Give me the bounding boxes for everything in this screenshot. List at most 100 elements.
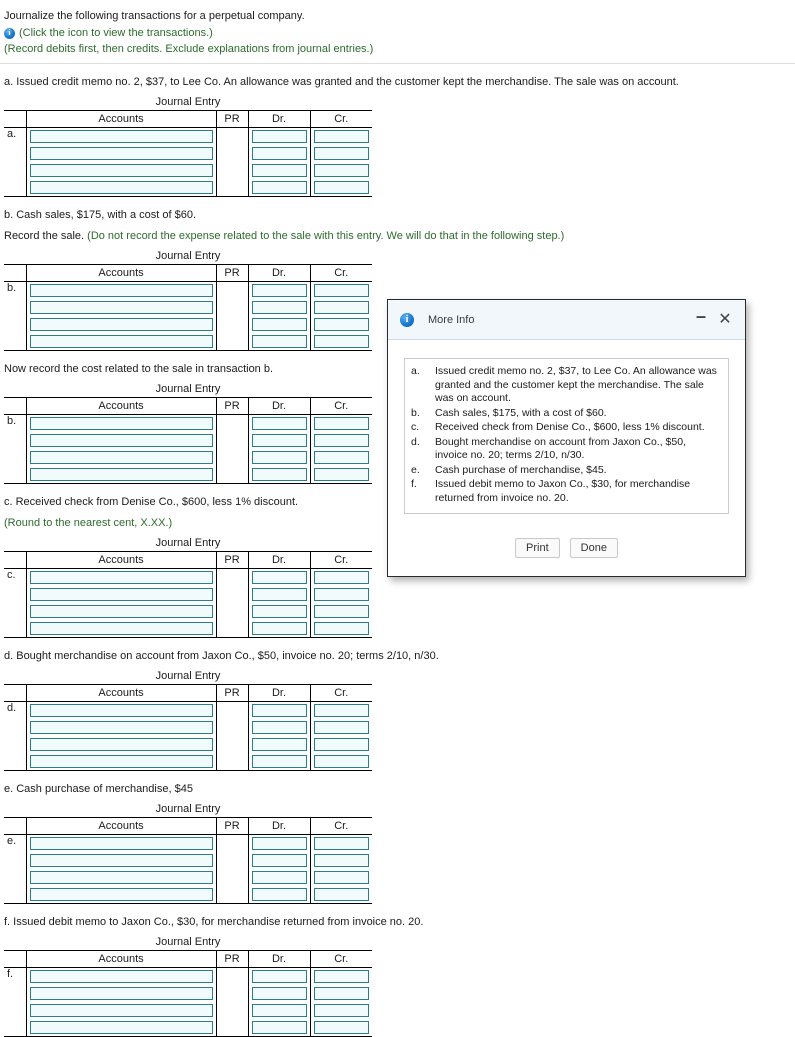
accounts-input[interactable] bbox=[29, 147, 213, 160]
accounts-input[interactable] bbox=[29, 605, 213, 618]
column-header-cr: Cr. bbox=[310, 817, 372, 835]
accounts-input[interactable] bbox=[29, 738, 213, 751]
accounts-input[interactable] bbox=[29, 301, 213, 314]
debit-input[interactable] bbox=[251, 704, 307, 717]
journal-entry-row bbox=[4, 466, 372, 484]
journal-cell bbox=[216, 145, 249, 162]
credit-input[interactable] bbox=[313, 1004, 369, 1017]
accounts-input[interactable] bbox=[29, 335, 213, 348]
accounts-input[interactable] bbox=[29, 837, 213, 850]
accounts-input[interactable] bbox=[29, 417, 213, 430]
debit-input[interactable] bbox=[251, 888, 307, 901]
accounts-input[interactable] bbox=[29, 451, 213, 464]
journal-cell bbox=[248, 449, 311, 466]
debit-input[interactable] bbox=[251, 871, 307, 884]
credit-input[interactable] bbox=[313, 605, 369, 618]
accounts-input[interactable] bbox=[29, 130, 213, 143]
info-list-item: c. Received check from Denise Co., $600, … bbox=[411, 421, 720, 436]
credit-input[interactable] bbox=[313, 1021, 369, 1034]
credit-input[interactable] bbox=[313, 704, 369, 717]
row-label bbox=[4, 620, 27, 638]
credit-input[interactable] bbox=[313, 588, 369, 601]
accounts-input[interactable] bbox=[29, 755, 213, 768]
debit-input[interactable] bbox=[251, 147, 307, 160]
debit-input[interactable] bbox=[251, 1004, 307, 1017]
accounts-input[interactable] bbox=[29, 284, 213, 297]
debit-input[interactable] bbox=[251, 181, 307, 194]
accounts-input[interactable] bbox=[29, 721, 213, 734]
credit-input[interactable] bbox=[313, 468, 369, 481]
credit-input[interactable] bbox=[313, 738, 369, 751]
credit-input[interactable] bbox=[313, 284, 369, 297]
credit-input[interactable] bbox=[313, 417, 369, 430]
credit-input[interactable] bbox=[313, 837, 369, 850]
debit-input[interactable] bbox=[251, 451, 307, 464]
column-header-accounts: Accounts bbox=[26, 684, 217, 702]
debit-input[interactable] bbox=[251, 468, 307, 481]
accounts-input[interactable] bbox=[29, 888, 213, 901]
credit-input[interactable] bbox=[313, 164, 369, 177]
credit-input[interactable] bbox=[313, 721, 369, 734]
credit-input[interactable] bbox=[313, 571, 369, 584]
credit-input[interactable] bbox=[313, 987, 369, 1000]
journal-cell bbox=[310, 162, 372, 179]
debit-input[interactable] bbox=[251, 854, 307, 867]
accounts-input[interactable] bbox=[29, 704, 213, 717]
accounts-input[interactable] bbox=[29, 164, 213, 177]
credit-input[interactable] bbox=[313, 854, 369, 867]
debit-input[interactable] bbox=[251, 588, 307, 601]
accounts-input[interactable] bbox=[29, 181, 213, 194]
debit-input[interactable] bbox=[251, 837, 307, 850]
accounts-input[interactable] bbox=[29, 588, 213, 601]
debit-input[interactable] bbox=[251, 164, 307, 177]
debit-input[interactable] bbox=[251, 622, 307, 635]
credit-input[interactable] bbox=[313, 181, 369, 194]
debit-input[interactable] bbox=[251, 571, 307, 584]
credit-input[interactable] bbox=[313, 970, 369, 983]
credit-input[interactable] bbox=[313, 622, 369, 635]
accounts-input[interactable] bbox=[29, 434, 213, 447]
debit-input[interactable] bbox=[251, 987, 307, 1000]
credit-input[interactable] bbox=[313, 434, 369, 447]
debit-input[interactable] bbox=[251, 318, 307, 331]
debit-input[interactable] bbox=[251, 335, 307, 348]
journal-cell bbox=[248, 620, 311, 638]
credit-input[interactable] bbox=[313, 451, 369, 464]
credit-input[interactable] bbox=[313, 301, 369, 314]
print-button[interactable]: Print bbox=[515, 538, 560, 558]
table-header-row: Accounts PR Dr. Cr. bbox=[4, 397, 372, 415]
accounts-input[interactable] bbox=[29, 622, 213, 635]
credit-input[interactable] bbox=[313, 335, 369, 348]
credit-input[interactable] bbox=[313, 130, 369, 143]
accounts-input[interactable] bbox=[29, 871, 213, 884]
debit-input[interactable] bbox=[251, 284, 307, 297]
credit-input[interactable] bbox=[313, 147, 369, 160]
credit-input[interactable] bbox=[313, 318, 369, 331]
debit-input[interactable] bbox=[251, 130, 307, 143]
debit-input[interactable] bbox=[251, 301, 307, 314]
accounts-input[interactable] bbox=[29, 854, 213, 867]
debit-input[interactable] bbox=[251, 970, 307, 983]
view-transactions-link[interactable]: i (Click the icon to view the transactio… bbox=[4, 27, 795, 39]
accounts-input[interactable] bbox=[29, 970, 213, 983]
close-icon[interactable]: ✕ bbox=[715, 310, 735, 330]
credit-input[interactable] bbox=[313, 888, 369, 901]
accounts-input[interactable] bbox=[29, 1021, 213, 1034]
debit-input[interactable] bbox=[251, 1021, 307, 1034]
accounts-input[interactable] bbox=[29, 987, 213, 1000]
credit-input[interactable] bbox=[313, 871, 369, 884]
done-button[interactable]: Done bbox=[569, 538, 618, 558]
debit-input[interactable] bbox=[251, 738, 307, 751]
table-header-row: Accounts PR Dr. Cr. bbox=[4, 684, 372, 702]
accounts-input[interactable] bbox=[29, 468, 213, 481]
debit-input[interactable] bbox=[251, 417, 307, 430]
debit-input[interactable] bbox=[251, 605, 307, 618]
accounts-input[interactable] bbox=[29, 571, 213, 584]
accounts-input[interactable] bbox=[29, 1004, 213, 1017]
debit-input[interactable] bbox=[251, 434, 307, 447]
debit-input[interactable] bbox=[251, 721, 307, 734]
debit-input[interactable] bbox=[251, 755, 307, 768]
accounts-input[interactable] bbox=[29, 318, 213, 331]
credit-input[interactable] bbox=[313, 755, 369, 768]
minimize-icon[interactable]: – bbox=[691, 306, 711, 333]
